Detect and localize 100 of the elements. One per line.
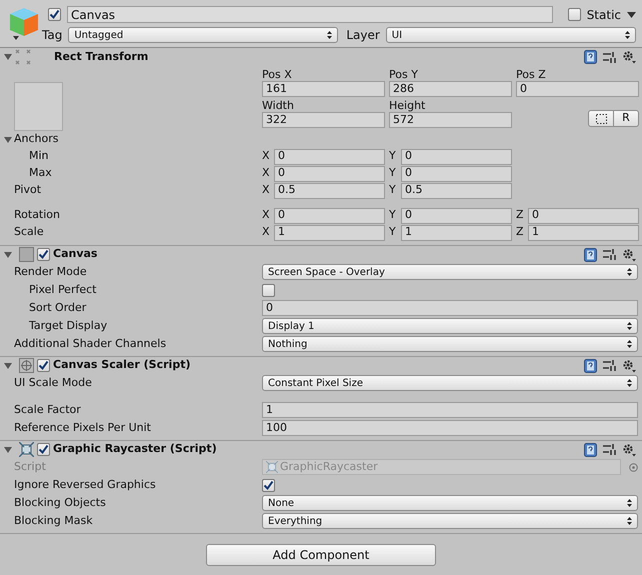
number-field[interactable]: 0 <box>274 148 385 164</box>
number-field[interactable]: 286 <box>389 81 512 97</box>
property-label: Additional Shader Channels <box>14 336 166 352</box>
component-title: Graphic Raycaster (Script) <box>53 441 217 458</box>
axis-label: Y <box>389 207 397 224</box>
text-field[interactable]: 1 <box>262 402 638 418</box>
axis-label: X <box>262 207 271 224</box>
number-field[interactable]: 0 <box>401 148 512 164</box>
number-field[interactable]: 0 <box>401 208 512 224</box>
dropdown-arrows-icon <box>627 340 632 348</box>
raycaster-icon <box>19 442 34 457</box>
number-field[interactable]: 322 <box>262 112 385 128</box>
component-title: Canvas <box>53 246 98 262</box>
settings-icon[interactable] <box>622 442 636 456</box>
axis-label: X <box>262 148 271 164</box>
text-field[interactable]: 100 <box>262 420 638 436</box>
settings-icon[interactable] <box>622 50 636 64</box>
number-field[interactable]: 0 <box>528 208 639 224</box>
axis-label: Y <box>389 148 397 164</box>
caret-icon[interactable] <box>627 12 636 18</box>
property-label: Render Mode <box>14 264 87 280</box>
script-field: GraphicRaycaster <box>262 459 621 475</box>
help-book-icon[interactable] <box>584 358 597 372</box>
property-label: Rotation <box>14 207 60 224</box>
expanded-arrow-icon[interactable] <box>4 136 12 144</box>
dropdown-arrows-icon <box>627 268 632 276</box>
number-field[interactable]: 0 <box>516 81 639 97</box>
text-field[interactable]: 0 <box>262 300 638 316</box>
property-label: Blocking Mask <box>14 512 93 529</box>
dropdown-arrows-icon <box>327 31 332 39</box>
property-label: UI Scale Mode <box>14 374 92 391</box>
field-label: Pos Y <box>389 67 419 81</box>
layer-label: Layer <box>346 27 380 44</box>
axis-label: X <box>262 224 271 240</box>
expanded-arrow-icon[interactable] <box>4 362 12 370</box>
expanded-arrow-icon[interactable] <box>4 53 12 61</box>
dropdown-arrows-icon <box>627 379 632 387</box>
number-field[interactable]: 1 <box>401 224 512 240</box>
checkbox[interactable] <box>262 478 275 492</box>
script-icon <box>266 461 278 473</box>
settings-icon[interactable] <box>622 248 636 262</box>
checkbox[interactable] <box>48 8 61 21</box>
property-label: Blocking Objects <box>14 494 106 511</box>
checkbox[interactable] <box>37 359 50 372</box>
settings-icon[interactable] <box>622 358 636 372</box>
property-label: Reference Pixels Per Unit <box>14 420 151 436</box>
checkbox[interactable] <box>37 248 50 261</box>
sliders-icon[interactable] <box>603 50 616 64</box>
dropdown[interactable]: Everything <box>262 513 638 529</box>
add-component-button[interactable]: Add Component <box>206 544 436 566</box>
number-field[interactable]: 0.5 <box>401 182 512 198</box>
axis-label: Z <box>516 207 525 224</box>
expanded-arrow-icon[interactable] <box>4 250 12 258</box>
dropdown[interactable]: Screen Space - Overlay <box>262 264 638 280</box>
number-field[interactable]: 1 <box>528 224 639 240</box>
sliders-icon[interactable] <box>603 248 616 261</box>
number-field[interactable]: 572 <box>389 112 512 128</box>
axis-label: Y <box>389 224 397 240</box>
component-title: Canvas Scaler (Script) <box>53 357 190 374</box>
expanded-arrow-icon[interactable] <box>4 446 12 454</box>
number-field[interactable]: 0 <box>274 166 385 182</box>
dropdown-arrows-icon <box>625 31 630 39</box>
field-label: Pos X <box>262 67 293 81</box>
dropdown[interactable]: Nothing <box>262 336 638 352</box>
axis-label: X <box>262 165 271 182</box>
number-field[interactable]: 161 <box>262 81 385 97</box>
dropdown[interactable]: None <box>262 495 638 511</box>
property-label: Min <box>29 148 49 164</box>
property-label: Script <box>14 458 46 475</box>
name-field[interactable]: Canvas <box>67 6 553 23</box>
sliders-icon[interactable] <box>603 443 616 456</box>
axis-label: Y <box>389 165 397 182</box>
group-label: Anchors <box>14 131 58 148</box>
dropdown[interactable]: Constant Pixel Size <box>262 375 638 391</box>
object-picker-icon[interactable] <box>629 462 638 472</box>
axis-label: Y <box>389 182 397 198</box>
property-label: Pixel Perfect <box>29 282 96 298</box>
field-label: Width <box>262 98 295 112</box>
property-label: Sort Order <box>29 300 86 316</box>
sliders-icon[interactable] <box>603 359 616 372</box>
property-label: Scale Factor <box>14 402 81 418</box>
static-label: Static <box>586 6 621 24</box>
dropdown-arrows-icon <box>627 499 632 507</box>
help-book-icon[interactable] <box>584 248 597 262</box>
checkbox[interactable] <box>568 8 581 21</box>
help-book-icon[interactable] <box>584 442 597 456</box>
help-book-icon[interactable] <box>584 50 597 64</box>
dropdown[interactable]: Display 1 <box>262 318 638 334</box>
checkbox[interactable] <box>262 284 275 296</box>
number-field[interactable]: 0.5 <box>274 182 385 198</box>
axis-label: X <box>262 182 271 198</box>
tag-dropdown[interactable]: Untagged <box>68 27 338 43</box>
component-title: Rect Transform <box>54 48 148 65</box>
layer-dropdown[interactable]: UI <box>386 27 636 43</box>
checkbox[interactable] <box>37 443 50 456</box>
number-field[interactable]: 0 <box>274 208 385 224</box>
field-label: Height <box>389 98 426 112</box>
number-field[interactable]: 1 <box>274 224 385 240</box>
number-field[interactable]: 0 <box>401 166 512 182</box>
dropdown-arrows-icon <box>627 322 632 330</box>
